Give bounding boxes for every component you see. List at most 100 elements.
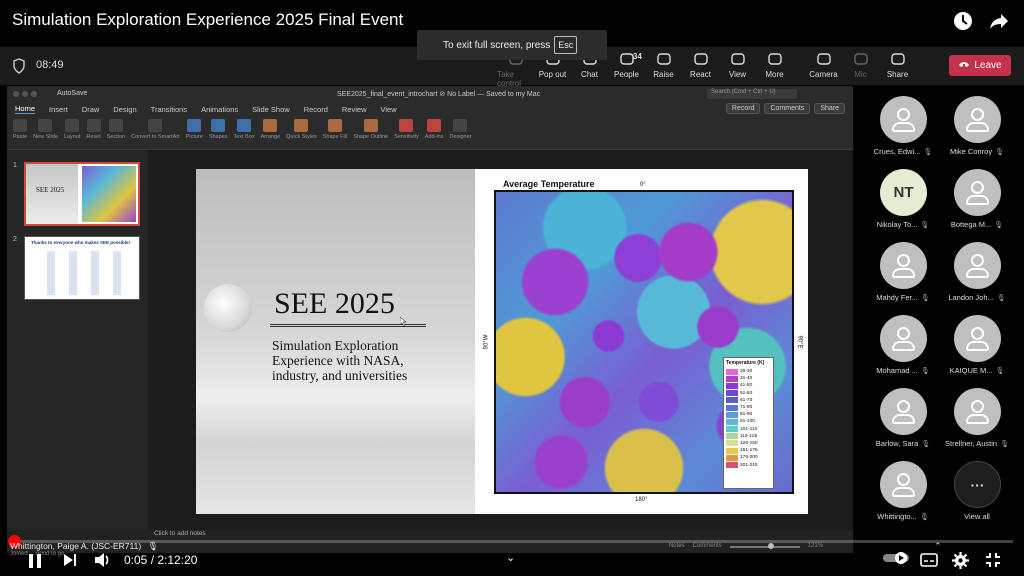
earth-image <box>204 284 252 332</box>
ribbon-convert-to-smartart[interactable]: Convert to SmartArt <box>131 119 180 146</box>
legend-swatch <box>726 368 738 375</box>
ribbon-reset[interactable]: Reset <box>86 119 101 146</box>
map-label-top: 0° <box>640 182 646 188</box>
next-icon[interactable] <box>62 552 78 573</box>
teams-react-button[interactable]: React <box>682 51 719 88</box>
participant-tile[interactable]: Strellner, Austin 🎙 <box>942 388 1012 456</box>
legend-swatch <box>726 382 738 389</box>
ribbon-paste[interactable]: Paste <box>13 119 27 146</box>
legend-range: 71-80 <box>740 405 753 411</box>
teams-share-button[interactable]: Share <box>879 51 916 88</box>
teams-people-button[interactable]: 34 People <box>608 51 645 88</box>
legend-swatch <box>726 454 738 461</box>
ribbon-picture[interactable]: Picture <box>186 119 203 146</box>
ribbon-label: Layout <box>63 134 81 140</box>
speaker-name-text: Whittington, Paige A. (JSC-ER711) <box>10 541 142 551</box>
record-button[interactable]: Record <box>725 103 761 114</box>
teams-mic-button[interactable]: Mic <box>842 51 879 88</box>
chevron-up-icon[interactable]: ⌃ <box>934 541 942 552</box>
tab-design[interactable]: Design <box>113 105 136 114</box>
participant-tile[interactable]: Landon Joh... 🎙 <box>942 242 1012 310</box>
teams-camera-button[interactable]: Camera <box>805 51 842 88</box>
participant-tile[interactable]: KAIQUE M... 🎙 <box>942 315 1012 383</box>
ribbon-designer[interactable]: Designer <box>449 119 472 146</box>
mic-muted-icon: 🎙 <box>995 149 1004 156</box>
pause-icon[interactable] <box>26 552 44 575</box>
teams-more-button[interactable]: More <box>756 51 793 88</box>
autosave-label[interactable]: AutoSave <box>57 90 87 97</box>
watch-later-icon[interactable] <box>952 10 974 32</box>
participant-tile[interactable]: Barlow, Sara 🎙 <box>868 388 938 456</box>
ribbon-text-box[interactable]: Text Box <box>233 119 255 146</box>
tab-review[interactable]: Review <box>342 105 367 114</box>
zoom-dot-icon[interactable] <box>31 91 37 97</box>
ribbon-add-ins[interactable]: Add-ins <box>425 119 443 146</box>
legend-swatch <box>726 447 738 454</box>
search-box[interactable]: Search (Cmd + Ctrl + U) <box>707 89 797 99</box>
mic-off-icon <box>853 51 869 67</box>
ribbon-shape-outline[interactable]: Shape Outline <box>353 119 388 146</box>
teams-control-label: More <box>765 70 784 79</box>
participant-name: Mahdy Fer... <box>876 293 918 302</box>
tab-home[interactable]: Home <box>15 104 36 114</box>
avatar-person-icon <box>954 242 1001 289</box>
participant-name-row: Mike Conroy 🎙 <box>942 147 1012 156</box>
avatar: NT <box>880 169 927 216</box>
ribbon-icon <box>237 119 252 132</box>
ribbon-label: Quick Styles <box>286 134 317 140</box>
share-arrow-icon[interactable] <box>988 10 1010 32</box>
participant-tile[interactable]: Whittingto... 🎙 <box>868 461 938 529</box>
ribbon-shape-fill[interactable]: Shape Fill <box>323 119 347 146</box>
volume-icon[interactable] <box>94 552 112 573</box>
participant-tile[interactable]: NT Nikolay To... 🎙 <box>868 169 938 237</box>
close-dot-icon[interactable] <box>13 91 19 97</box>
participant-tile[interactable]: Mike Conroy 🎙 <box>942 96 1012 164</box>
tab-view[interactable]: View <box>380 105 396 114</box>
teams-raise-button[interactable]: Raise <box>645 51 682 88</box>
minimize-dot-icon[interactable] <box>22 91 28 97</box>
thumbnail-slide-2[interactable]: Thanks to everyone who makes SEE possibl… <box>24 236 140 300</box>
ribbon-icon <box>263 119 278 132</box>
ribbon-arrange[interactable]: Arrange <box>261 119 280 146</box>
tab-transitions[interactable]: Transitions <box>151 105 187 114</box>
comments-button[interactable]: Comments <box>764 103 811 114</box>
exit-fullscreen-icon[interactable] <box>985 552 1001 573</box>
tab-draw[interactable]: Draw <box>82 105 100 114</box>
avatar-person-icon <box>880 461 927 508</box>
leave-button[interactable]: Leave <box>949 55 1011 76</box>
ribbon-new-slide[interactable]: New Slide <box>33 119 58 146</box>
autoplay-toggle-icon[interactable] <box>883 551 911 570</box>
settings-gear-icon[interactable] <box>952 552 969 574</box>
participant-tile[interactable]: Crues, Edwi... 🎙 <box>868 96 938 164</box>
ribbon-label: Sensitivity <box>394 134 419 140</box>
ribbon-section[interactable]: Section <box>107 119 125 146</box>
view-all-button[interactable]: ··· View all <box>942 461 1012 529</box>
participant-tile[interactable]: Bottega M... 🎙 <box>942 169 1012 237</box>
tab-slide-show[interactable]: Slide Show <box>252 105 290 114</box>
participant-name: Landon Joh... <box>948 293 994 302</box>
ribbon-shapes[interactable]: Shapes <box>209 119 227 146</box>
participant-tile[interactable]: Mahdy Fer... 🎙 <box>868 242 938 310</box>
tab-insert[interactable]: Insert <box>49 105 68 114</box>
legend-range: 91-100 <box>740 419 755 425</box>
ribbon-layout[interactable]: Layout <box>63 119 81 146</box>
slide-1[interactable]: SEE 2025 Simulation Exploration Experien… <box>196 169 808 514</box>
tab-record[interactable]: Record <box>304 105 328 114</box>
video-progress-bar[interactable] <box>8 535 1013 548</box>
view-icon <box>730 51 746 67</box>
share-button[interactable]: Share <box>814 103 845 114</box>
teams-view-button[interactable]: View <box>719 51 756 88</box>
subtitles-icon[interactable] <box>920 552 938 573</box>
chevron-down-icon[interactable]: ⌄ <box>506 551 515 564</box>
ribbon-quick-styles[interactable]: Quick Styles <box>286 119 317 146</box>
slide-subtitle[interactable]: Simulation Exploration Experience with N… <box>272 338 442 384</box>
legend-range: 151-175 <box>740 448 758 454</box>
slide-canvas: SEE 2025 Simulation Exploration Experien… <box>148 150 853 530</box>
ribbon-sensitivity[interactable]: Sensitivity <box>394 119 419 146</box>
participant-name-row: Landon Joh... 🎙 <box>942 293 1012 302</box>
tab-animations[interactable]: Animations <box>201 105 238 114</box>
participant-tile[interactable]: Mohamad ... 🎙 <box>868 315 938 383</box>
participant-name: Bottega M... <box>950 220 992 229</box>
slide-title[interactable]: SEE 2025 <box>274 287 395 321</box>
thumbnail-slide-1[interactable]: SEE 2025 <box>24 162 140 226</box>
